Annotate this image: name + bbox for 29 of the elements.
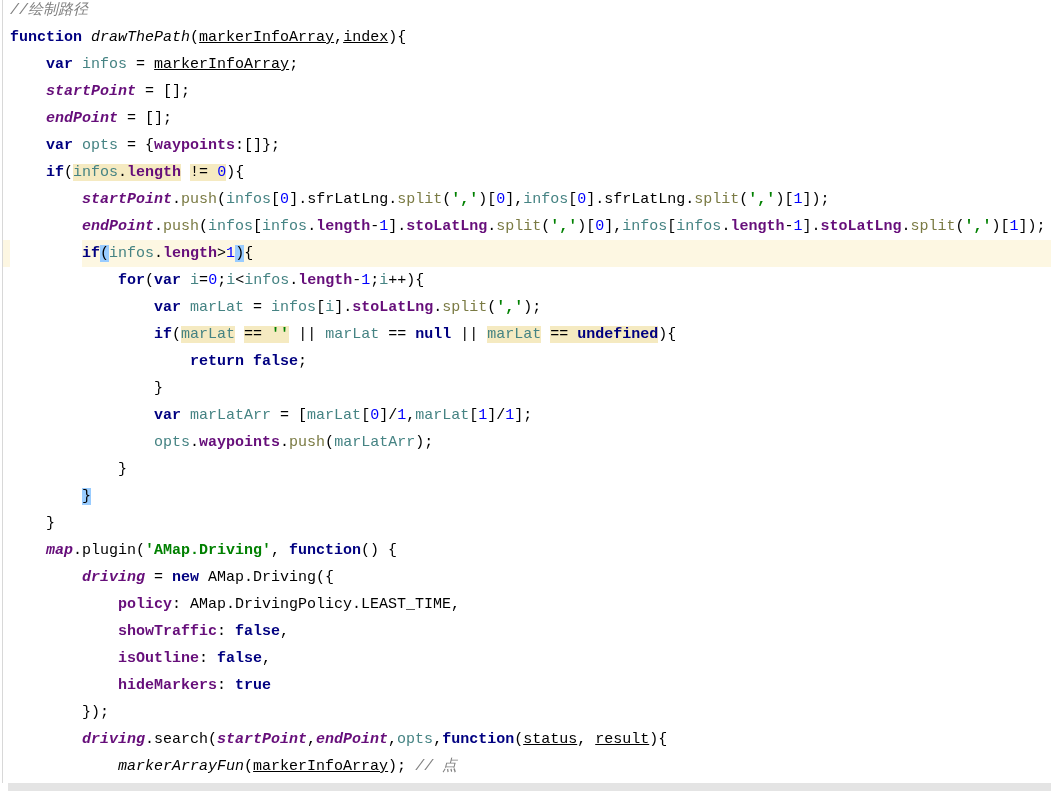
code-line: var infos = markerInfoArray; (3, 51, 1051, 78)
code-line: driving.search(startPoint,endPoint,opts,function(status, result){ (3, 726, 1051, 753)
code-line: var opts = {waypoints:[]}; (3, 132, 1051, 159)
code-line: return false; (3, 348, 1051, 375)
code-line: } (3, 483, 1051, 510)
code-line: driving = new AMap.Driving({ (3, 564, 1051, 591)
code-line: endPoint.push(infos[infos.length-1].stoLatLng.split(',')[0],infos[infos.length-1].stoLatLng.split(',')[1]); (3, 213, 1051, 240)
code-line: } (3, 375, 1051, 402)
code-line: isOutline: false, (3, 645, 1051, 672)
code-line: if(marLat == '' || marLat == null || marLat == undefined){ (3, 321, 1051, 348)
code-line: } (3, 510, 1051, 537)
code-line: markerArrayFun(markerInfoArray); // 点 (3, 753, 1051, 780)
horizontal-scrollbar[interactable] (8, 783, 1051, 791)
code-line: startPoint = []; (3, 78, 1051, 105)
code-line: function drawThePath(markerInfoArray,index){ (3, 24, 1051, 51)
code-line: hideMarkers: true (3, 672, 1051, 699)
code-line: } (3, 456, 1051, 483)
code-line: policy: AMap.DrivingPolicy.LEAST_TIME, (3, 591, 1051, 618)
code-line: opts.waypoints.push(marLatArr); (3, 429, 1051, 456)
code-line: }); (3, 699, 1051, 726)
code-line: startPoint.push(infos[0].sfrLatLng.split(',')[0],infos[0].sfrLatLng.split(',')[1]); (3, 186, 1051, 213)
code-line: var marLatArr = [marLat[0]/1,marLat[1]/1]; (3, 402, 1051, 429)
code-line: map.plugin('AMap.Driving', function() { (3, 537, 1051, 564)
code-line: for(var i=0;i<infos.length-1;i++){ (3, 267, 1051, 294)
code-line: endPoint = []; (3, 105, 1051, 132)
code-line: var marLat = infos[i].stoLatLng.split(','); (3, 294, 1051, 321)
code-line: //绘制路径 (9, 0, 90, 21)
code-line: showTraffic: false, (3, 618, 1051, 645)
code-line: if(infos.length != 0){ (3, 159, 1051, 186)
